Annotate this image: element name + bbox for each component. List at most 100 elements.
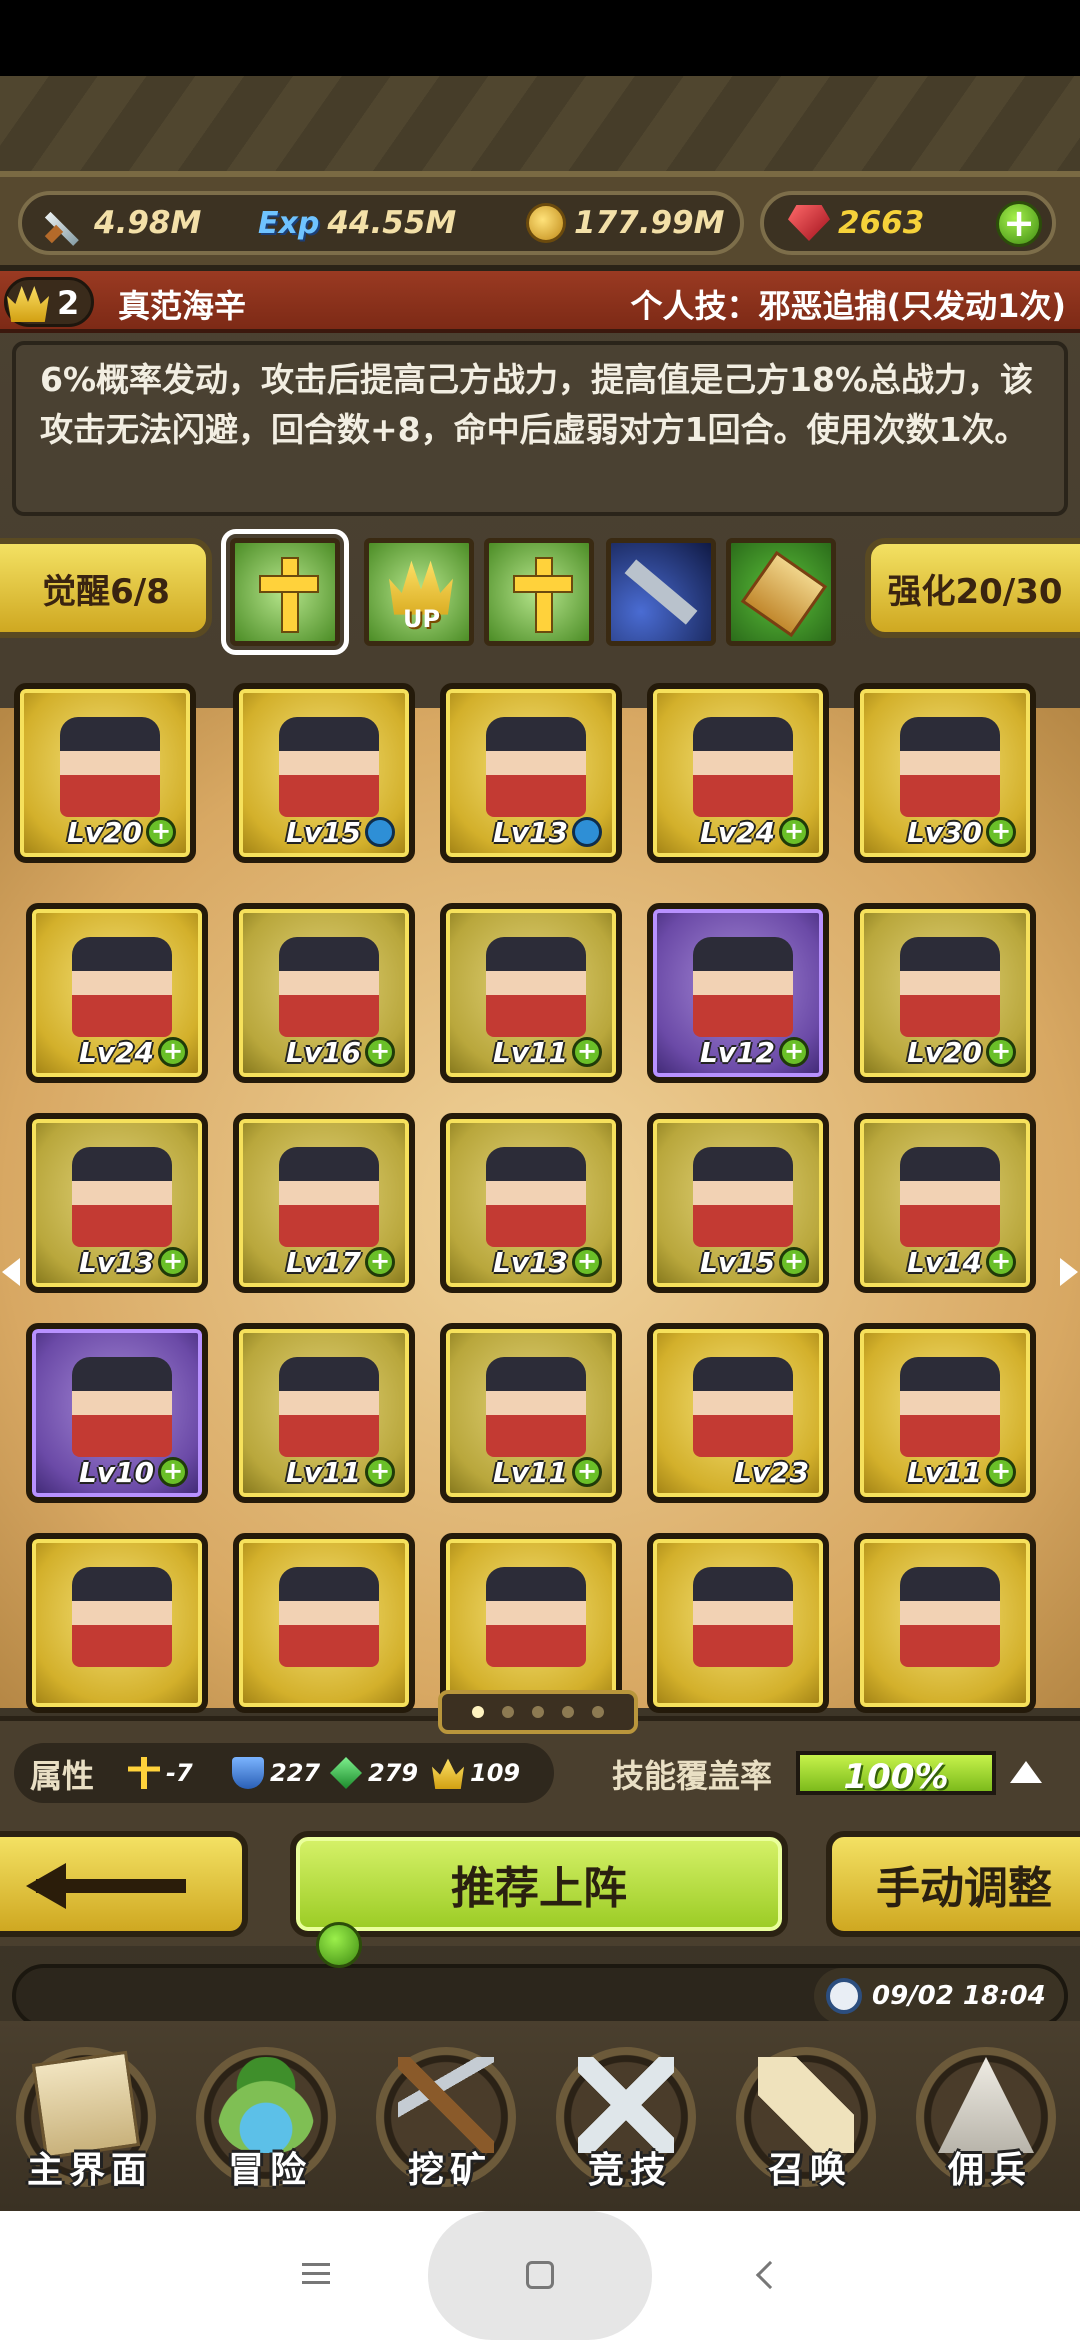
manual-adjust-button[interactable]: 手动调整: [826, 1831, 1080, 1937]
level-up-plus-icon[interactable]: +: [572, 1247, 602, 1277]
level-up-plus-icon[interactable]: +: [986, 1457, 1016, 1487]
hero-card[interactable]: Lv17 +: [233, 1113, 415, 1293]
hero-level-text: Lv11: [906, 1455, 982, 1489]
skill-description: 6%概率发动，攻击后提高己方战力，提高值是己方18%总战力，该攻击无法闪避，回合…: [40, 360, 1034, 449]
nav-item-2[interactable]: 挖矿: [350, 2021, 530, 2211]
level-up-plus-icon[interactable]: +: [986, 1037, 1016, 1067]
hero-card[interactable]: Lv30 +: [854, 683, 1036, 863]
gold-value: 177.99M: [574, 205, 725, 241]
hero-card[interactable]: Lv24 +: [26, 903, 208, 1083]
back-arrow-icon: [36, 1879, 186, 1893]
level-up-plus-icon[interactable]: +: [158, 1247, 188, 1277]
hero-portrait: [72, 1357, 172, 1457]
hero-portrait: [900, 1567, 1000, 1667]
hero-card[interactable]: Lv11 +: [440, 903, 622, 1083]
exp-icon: Exp: [258, 205, 320, 241]
hero-card[interactable]: [233, 1533, 415, 1713]
back-button[interactable]: [0, 1831, 248, 1937]
hero-card[interactable]: Lv13: [440, 683, 622, 863]
level-up-plus-icon[interactable]: +: [365, 1247, 395, 1277]
skill-slot-2[interactable]: UP: [364, 538, 474, 646]
hero-name: 真范海辛: [118, 287, 247, 325]
page-left-arrow[interactable]: [2, 1258, 20, 1286]
skill-slot-1[interactable]: [221, 529, 349, 655]
hero-card[interactable]: Lv11 +: [440, 1323, 622, 1503]
hero-grid-area: Lv20 + Lv15 Lv13 Lv24 + Lv30 + Lv24 + Lv16 + Lv11 + Lv…: [0, 683, 1080, 1713]
level-up-plus-icon[interactable]: +: [365, 1037, 395, 1067]
strengthen-button[interactable]: 强化20/30: [865, 538, 1080, 638]
level-up-plus-icon[interactable]: +: [779, 1247, 809, 1277]
page-dot[interactable]: [592, 1706, 604, 1718]
up-label: UP: [403, 605, 441, 633]
hero-level-text: Lv13: [492, 1245, 568, 1279]
level-up-plus-icon[interactable]: +: [365, 1457, 395, 1487]
level-up-plus-icon[interactable]: +: [158, 1457, 188, 1487]
skill-slot-4[interactable]: [606, 538, 716, 646]
hero-card[interactable]: Lv10 +: [26, 1323, 208, 1503]
skill-description-box: 6%概率发动，攻击后提高己方战力，提高值是己方18%总战力，该攻击无法闪避，回合…: [12, 341, 1068, 516]
page-dot[interactable]: [562, 1706, 574, 1718]
hero-card[interactable]: Lv20 +: [14, 683, 196, 863]
level-up-plus-icon[interactable]: +: [779, 1037, 809, 1067]
sword-icon: [42, 201, 86, 245]
hero-level-text: Lv24: [699, 815, 775, 849]
add-gems-button[interactable]: +: [996, 201, 1042, 247]
page-dot[interactable]: [532, 1706, 544, 1718]
nav-item-1[interactable]: 冒险: [170, 2021, 350, 2211]
nav-item-3[interactable]: 竞技: [530, 2021, 710, 2211]
level-up-plus-icon[interactable]: +: [986, 817, 1016, 847]
nav-item-5[interactable]: 佣兵: [890, 2021, 1070, 2211]
hero-card[interactable]: Lv11 +: [854, 1323, 1036, 1503]
level-up-plus-icon[interactable]: +: [158, 1037, 188, 1067]
nav-item-4[interactable]: 召唤: [710, 2021, 890, 2211]
hero-level-text: Lv11: [492, 1455, 568, 1489]
home-icon[interactable]: [526, 2261, 554, 2289]
hero-card[interactable]: Lv13 +: [440, 1113, 622, 1293]
hero-level-text: Lv20: [66, 815, 142, 849]
hero-card[interactable]: Lv15 +: [647, 1113, 829, 1293]
crossed-swords-icon: [578, 2057, 674, 2153]
personal-skill-name: 个人技：邪恶追捕(只发动1次): [630, 287, 1066, 325]
shield-attribute: 227: [232, 1757, 320, 1789]
hero-card[interactable]: Lv11 +: [233, 1323, 415, 1503]
hero-card[interactable]: Lv20 +: [854, 903, 1036, 1083]
hero-level: Lv13 +: [79, 1245, 188, 1279]
level-up-plus-icon[interactable]: +: [572, 1457, 602, 1487]
bottom-nav: 主界面 冒险 挖矿 竞技 召唤 佣兵: [0, 2021, 1080, 2211]
recommend-lineup-button[interactable]: 推荐上阵: [290, 1831, 788, 1937]
resource-bar: 4.98M Exp 44.55M 177.99M 2663 +: [0, 171, 1080, 271]
skill-slot-3[interactable]: [484, 538, 594, 646]
hero-card[interactable]: Lv13 +: [26, 1113, 208, 1293]
level-up-plus-icon[interactable]: +: [146, 817, 176, 847]
level-up-plus-icon[interactable]: +: [572, 1037, 602, 1067]
hero-level-text: Lv23: [733, 1455, 809, 1489]
message-bar[interactable]: 09/02 18:04: [12, 1964, 1068, 2028]
level-up-plus-icon[interactable]: +: [986, 1247, 1016, 1277]
level-up-plus-icon[interactable]: +: [779, 817, 809, 847]
hero-card[interactable]: Lv15: [233, 683, 415, 863]
hero-card[interactable]: Lv16 +: [233, 903, 415, 1083]
collapse-arrow-icon[interactable]: [1010, 1761, 1042, 1783]
skill-slot-5[interactable]: [726, 538, 836, 646]
hero-card[interactable]: [440, 1533, 622, 1713]
hero-card[interactable]: Lv23: [647, 1323, 829, 1503]
nav-item-0[interactable]: 主界面: [0, 2021, 170, 2211]
crown-value: 109: [470, 1759, 521, 1787]
page-dot[interactable]: [472, 1706, 484, 1718]
awaken-button[interactable]: 觉醒6/8: [0, 538, 212, 638]
hero-card[interactable]: [647, 1533, 829, 1713]
page-right-arrow[interactable]: [1060, 1258, 1078, 1286]
hero-card[interactable]: Lv12 +: [647, 903, 829, 1083]
hero-level-text: Lv13: [492, 815, 568, 849]
hero-card[interactable]: [26, 1533, 208, 1713]
menu-icon[interactable]: [302, 2263, 330, 2285]
hero-level-text: Lv11: [492, 1035, 568, 1069]
hero-card[interactable]: Lv14 +: [854, 1113, 1036, 1293]
page-dot[interactable]: [502, 1706, 514, 1718]
hero-card[interactable]: [854, 1533, 1036, 1713]
back-icon[interactable]: [755, 2260, 785, 2290]
nav-label: 挖矿: [407, 2150, 492, 2191]
action-row: 推荐上阵 手动调整: [0, 1821, 1080, 1946]
top-decoration: [0, 76, 1080, 171]
hero-card[interactable]: Lv24 +: [647, 683, 829, 863]
